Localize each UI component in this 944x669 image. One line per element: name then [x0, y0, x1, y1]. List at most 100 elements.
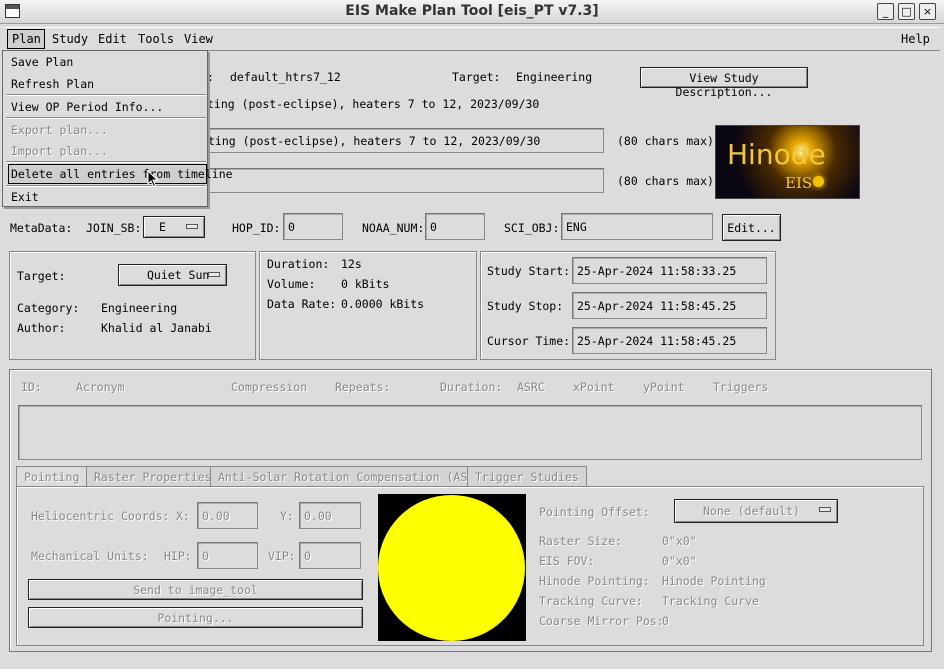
mouse-cursor-icon [147, 170, 159, 188]
menu-refresh-plan[interactable]: Refresh Plan [11, 77, 94, 91]
category-value: Engineering [101, 301, 178, 315]
tab-asrc[interactable]: Anti-Solar Rotation Compensation (ASRC) [210, 466, 497, 486]
study-description: ting (post-eclipse), heaters 7 to 12, 20… [207, 97, 540, 111]
sun-emblem-icon [813, 176, 824, 187]
send-to-image-tool-button[interactable]: Send to image_tool [28, 579, 363, 600]
sci-obj-input[interactable]: ENG [561, 213, 713, 240]
study-name: default_htrs7_12 [230, 70, 341, 84]
metadata-edit-button[interactable]: Edit... [722, 214, 781, 241]
pointing-button[interactable]: Pointing... [28, 607, 363, 628]
plan-menu: Save Plan Refresh Plan View OP Period In… [2, 50, 233, 207]
vip-label: VIP: [268, 549, 296, 563]
join-sb-value: E [159, 220, 166, 234]
sun-disk [378, 495, 525, 641]
hop-id-input[interactable]: 0 [283, 213, 343, 240]
minimize-button[interactable]: _ [877, 3, 894, 20]
tab-raster-properties[interactable]: Raster Properties [86, 466, 220, 486]
study-start-input[interactable]: 25-Apr-2024 11:58:33.25 [572, 257, 767, 284]
target-dropdown-value: Quiet Sun [147, 268, 210, 282]
cursor-time-label: Cursor Time: [487, 334, 571, 348]
header-asrc: ASRC [517, 380, 545, 394]
study-entries-list[interactable] [18, 405, 922, 460]
header-repeats: Repeats: [335, 380, 391, 394]
raster-size-label: Raster Size: [539, 534, 623, 548]
menu-bar: Plan Study Edit Tools View Help [2, 27, 940, 51]
pointing-offset-dropdown[interactable]: None (default) [674, 499, 838, 523]
menu-separator [6, 94, 206, 96]
header-duration: Duration: [440, 380, 503, 394]
target-dropdown[interactable]: Quiet Sun [118, 264, 227, 286]
menu-delete-all-entries[interactable]: Delete all entries from timeline [11, 167, 233, 181]
hip-input[interactable]: 0 [197, 542, 258, 569]
volume-label: Volume: [267, 277, 316, 291]
header-triggers: Triggers [713, 380, 769, 394]
study-stop-input[interactable]: 25-Apr-2024 11:58:45.25 [572, 292, 767, 319]
target-value: Engineering [516, 70, 593, 84]
tab-trigger-studies[interactable]: Trigger Studies [467, 466, 587, 486]
menu-exit[interactable]: Exit [11, 190, 39, 204]
volume-value: 0 kBits [341, 277, 390, 291]
dropdown-arrow-icon [208, 272, 220, 277]
join-sb-label: JOIN_SB: [86, 221, 142, 235]
hinode-logo: Hinode EIS [715, 125, 860, 199]
menu-edit[interactable]: Edit [98, 32, 127, 46]
menu-view[interactable]: View [184, 32, 213, 46]
duration-label: Duration: [267, 257, 330, 271]
header-ypoint: yPoint [643, 380, 685, 394]
menu-plan[interactable]: Plan [12, 32, 41, 46]
study-label: : [207, 70, 214, 84]
y-coord-input[interactable]: 0.00 [299, 502, 361, 529]
duration-value: 12s [341, 257, 362, 271]
eis-fov-value: 0"x0" [662, 554, 697, 568]
study-start-label: Study Start: [487, 264, 571, 278]
close-button[interactable]: × [919, 3, 936, 20]
join-sb-dropdown[interactable]: E [143, 216, 205, 238]
dropdown-arrow-icon [186, 224, 198, 229]
cursor-time-input[interactable]: 25-Apr-2024 11:58:45.25 [572, 327, 767, 354]
hop-id-label: HOP_ID: [232, 221, 281, 235]
title-field[interactable]: ting (post-eclipse), heaters 7 to 12, 20… [195, 128, 604, 153]
raster-size-value: 0"x0" [662, 534, 697, 548]
comment-hint: (80 chars max) [617, 174, 714, 188]
header-xpoint: xPoint [573, 380, 615, 394]
menu-view-op-period[interactable]: View OP Period Info... [11, 100, 163, 114]
x-label: X: [176, 509, 190, 523]
dropdown-arrow-icon [819, 507, 831, 512]
tab-pointing[interactable]: Pointing [16, 466, 88, 487]
menu-tools[interactable]: Tools [138, 32, 174, 46]
comment-field[interactable] [195, 168, 604, 193]
sci-obj-label: SCI_OBJ: [504, 221, 560, 235]
y-label: Y: [280, 509, 294, 523]
eis-fov-label: EIS FOV: [539, 554, 595, 568]
author-label: Author: [17, 321, 66, 335]
menu-help[interactable]: Help [901, 32, 930, 46]
vip-input[interactable]: 0 [299, 542, 361, 569]
menu-separator [6, 161, 206, 163]
sun-display[interactable] [378, 494, 526, 641]
coarse-mirror-value: 0 [662, 614, 669, 628]
noaa-num-input[interactable]: 0 [425, 213, 485, 240]
coarse-mirror-label: Coarse Mirror Pos: [539, 614, 664, 628]
data-rate-label: Data Rate: [267, 297, 337, 311]
noaa-num-label: NOAA_NUM: [362, 221, 425, 235]
menu-save-plan[interactable]: Save Plan [11, 55, 73, 69]
target-label: Target: [452, 70, 501, 84]
data-rate-value: 0.0000 kBits [341, 297, 425, 311]
panel-target-label: Target: [17, 269, 66, 283]
metadata-label: MetaData: [10, 221, 73, 235]
mechanical-units-label: Mechanical Units: [31, 549, 149, 563]
helio-coords-label: Heliocentric Coords: [31, 509, 170, 523]
maximize-button[interactable]: □ [898, 3, 915, 20]
menu-export-plan[interactable]: Export plan... [11, 123, 108, 137]
pointing-offset-label: Pointing Offset: [539, 505, 650, 519]
author-value: Khalid al Janabi [101, 321, 212, 335]
pointing-offset-value: None (default) [703, 504, 800, 518]
header-acronym: Acronym [76, 380, 125, 394]
view-study-description-button[interactable]: View Study Description... [640, 67, 808, 99]
x-coord-input[interactable]: 0.00 [197, 502, 258, 529]
category-label: Category: [17, 301, 80, 315]
menu-study[interactable]: Study [52, 32, 88, 46]
study-stop-label: Study Stop: [487, 299, 564, 313]
menu-import-plan[interactable]: Import plan... [11, 144, 108, 158]
hinode-pointing-label: Hinode Pointing: [539, 574, 650, 588]
